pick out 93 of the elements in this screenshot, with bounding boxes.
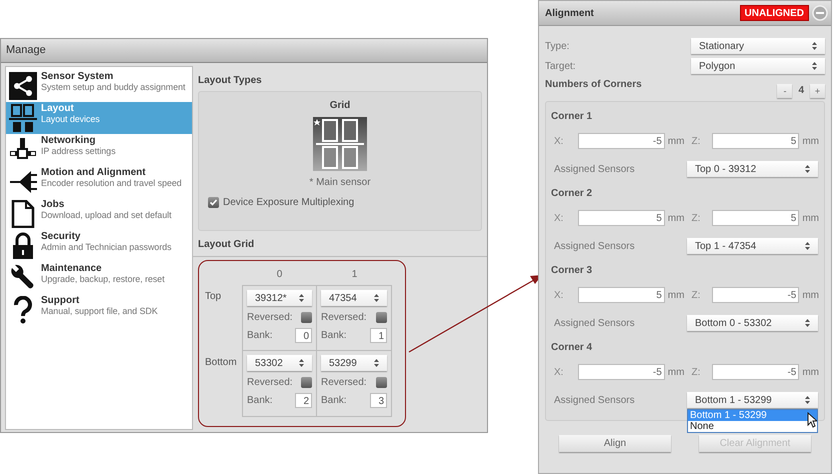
share-icon: [9, 72, 37, 100]
updown-icon: [805, 165, 810, 173]
dropdown[interactable]: Bottom 0 - 53302: [687, 315, 818, 331]
dropdown[interactable]: Top 0 - 39312: [687, 161, 818, 177]
count-value: 4: [798, 84, 804, 98]
action-button[interactable]: Align: [559, 435, 671, 452]
corner-title: Corner 3: [551, 264, 594, 278]
panel-title: Alignment: [545, 6, 594, 20]
sensor-select[interactable]: 53302: [247, 355, 312, 371]
field-label: Z:: [690, 288, 702, 302]
x-field[interactable]: -5: [578, 364, 665, 380]
z-field[interactable]: 5: [712, 133, 800, 149]
updown-icon: [805, 319, 810, 327]
unit-label: mm: [666, 366, 686, 380]
checkbox[interactable]: [301, 376, 312, 388]
field-label: Reversed:: [321, 376, 367, 390]
grid-layout-icon: [9, 104, 37, 132]
field-label: Bank:: [321, 329, 347, 343]
field-label: X:: [553, 366, 564, 380]
x-field[interactable]: 5: [578, 287, 665, 303]
column-header: 0: [276, 268, 284, 282]
increment-button[interactable]: +: [810, 84, 825, 98]
field-label: Z:: [690, 134, 702, 148]
checkbox[interactable]: [208, 197, 219, 208]
field-label: Assigned Sensors: [553, 316, 635, 330]
field-label: Reversed:: [321, 310, 367, 324]
field-label: Reversed:: [247, 310, 293, 324]
field-label: Target:: [545, 60, 576, 74]
checkbox[interactable]: [301, 312, 312, 322]
sensor-select[interactable]: 39312*: [247, 290, 312, 306]
sensor-select[interactable]: 53299: [321, 355, 387, 371]
checkbox[interactable]: [376, 312, 387, 322]
sensor-select[interactable]: 47354: [321, 290, 387, 306]
unit-label: mm: [801, 212, 820, 226]
grid-layout-icon[interactable]: [313, 117, 367, 171]
row-label: Bottom: [205, 356, 238, 370]
bank-field[interactable]: 3: [370, 393, 387, 408]
field-label: Assigned Sensors: [553, 240, 635, 254]
updown-icon: [805, 396, 810, 404]
z-field[interactable]: 5: [712, 210, 800, 226]
field-label: X:: [553, 134, 564, 148]
updown-icon: [374, 359, 379, 367]
field-label: Reversed:: [247, 376, 293, 390]
bank-field[interactable]: 1: [370, 328, 387, 343]
corner-title: Corner 2: [551, 187, 594, 201]
dropdown[interactable]: Stationary: [691, 38, 825, 54]
corner-title: Corner 4: [551, 341, 594, 355]
decrement-button[interactable]: -: [777, 84, 792, 98]
layout-option-label: Grid: [330, 99, 350, 113]
plug-icon: [9, 168, 37, 196]
updown-icon: [374, 294, 379, 302]
bank-field[interactable]: 2: [295, 393, 312, 408]
field-label: X:: [553, 212, 564, 226]
footnote: * Main sensor: [309, 176, 371, 190]
window-title: Manage: [6, 43, 46, 58]
field-label: Numbers of Corners: [545, 78, 642, 92]
checkbox-label: Device Exposure Multiplexing: [223, 196, 354, 210]
field-label: Bank:: [247, 394, 273, 408]
field-label: Bank:: [321, 394, 347, 408]
x-field[interactable]: 5: [578, 210, 665, 226]
field-label: Z:: [690, 366, 702, 380]
unit-label: mm: [801, 134, 820, 148]
dropdown[interactable]: Bottom 1 - 53299: [687, 392, 818, 408]
dropdown[interactable]: Polygon: [691, 58, 825, 74]
updown-icon: [812, 42, 817, 50]
column-header: 1: [350, 268, 358, 282]
bank-field[interactable]: 0: [295, 328, 312, 343]
x-field[interactable]: -5: [578, 133, 665, 149]
unit-label: mm: [666, 288, 686, 302]
z-field[interactable]: -5: [712, 364, 800, 380]
updown-icon: [805, 242, 810, 250]
unit-label: mm: [666, 134, 686, 148]
z-field[interactable]: -5: [712, 287, 800, 303]
section-heading: Layout Grid: [198, 238, 256, 252]
unit-label: mm: [666, 212, 686, 226]
field-label: Type:: [545, 40, 570, 54]
field-label: Bank:: [247, 329, 273, 343]
status-badge: UNALIGNED: [740, 5, 809, 21]
dropdown[interactable]: Top 1 - 47354: [687, 238, 818, 254]
corner-title: Corner 1: [551, 110, 594, 124]
section-heading: Layout Types: [198, 74, 263, 88]
field-label: Assigned Sensors: [553, 394, 635, 408]
field-label: Assigned Sensors: [553, 162, 635, 176]
unit-label: mm: [801, 366, 820, 380]
field-label: Z:: [690, 212, 702, 226]
updown-icon: [299, 294, 304, 302]
unit-label: mm: [801, 288, 820, 302]
updown-icon: [812, 62, 817, 70]
field-label: X:: [553, 288, 564, 302]
document-icon: [9, 200, 37, 228]
row-label: Top: [205, 290, 222, 304]
updown-icon: [299, 359, 304, 367]
checkbox[interactable]: [376, 376, 387, 388]
